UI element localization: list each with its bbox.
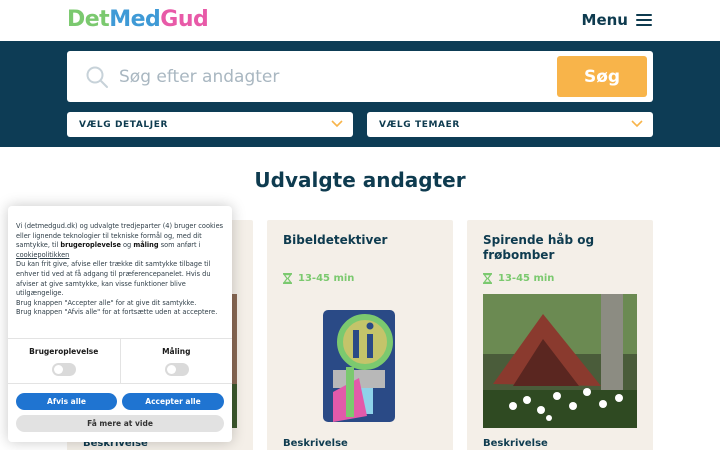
details-select[interactable]: VÆLG DETALJER	[67, 112, 353, 137]
cookie-text-bold-measurement: måling	[133, 241, 159, 250]
logo-part-med: Med	[109, 7, 161, 32]
themes-select-label: VÆLG TEMAER	[379, 119, 460, 130]
section-title: Udvalgte andagter	[254, 168, 466, 192]
accept-all-button[interactable]: Accepter alle	[122, 393, 224, 410]
menu-label: Menu	[581, 11, 628, 29]
card-image	[483, 294, 637, 428]
search-icon	[86, 66, 108, 88]
measurement-toggle-label: Måling	[162, 347, 191, 356]
hourglass-icon	[483, 273, 492, 284]
cookie-policy-link[interactable]: cookiepolitikken	[16, 251, 69, 259]
devotion-card[interactable]: Bibeldetektiver 13-45 min Beskrivelse	[267, 220, 453, 450]
cookie-preferences: Brugeroplevelse Måling	[8, 338, 232, 384]
reject-all-button[interactable]: Afvis alle	[16, 393, 117, 410]
card-duration: 13-45 min	[283, 273, 354, 284]
menu-button[interactable]: Menu	[582, 11, 652, 29]
learn-more-button[interactable]: Få mere at vide	[16, 415, 224, 432]
chevron-down-icon	[331, 120, 343, 128]
logo-part-gud: Gud	[160, 7, 209, 32]
card-duration: 13-45 min	[483, 273, 554, 284]
cookie-text-bold-user-experience: brugeroplevelse	[60, 241, 121, 250]
card-title: Bibeldetektiver	[283, 233, 388, 247]
themes-select[interactable]: VÆLG TEMAER	[367, 112, 653, 137]
cookie-text-and: og	[120, 241, 134, 250]
measurement-toggle[interactable]	[164, 363, 189, 376]
logo-part-det: Det	[67, 7, 110, 32]
card-title: Spirende håb og frøbomber	[483, 233, 595, 262]
cookie-text-reject-hint: Brug knappen "Afvis alle" for at fortsæt…	[16, 308, 218, 317]
search-box: Søg	[67, 51, 653, 102]
card-duration-text: 13-45 min	[298, 273, 355, 284]
card-image	[283, 294, 437, 428]
details-select-label: VÆLG DETALJER	[79, 119, 168, 130]
cookie-consent-text: Vi (detmedgud.dk) og udvalgte tredjepart…	[16, 222, 226, 318]
search-button[interactable]: Søg	[557, 56, 647, 97]
search-band: Søg VÆLG DETALJER VÆLG TEMAER	[0, 41, 720, 147]
devotion-card[interactable]: Spirende håb og frøbomber 13-45 min Besk…	[467, 220, 653, 450]
cookie-text-withdraw: Du kan frit give, afvise eller trække di…	[16, 260, 211, 298]
cookie-text-as-stated: som anført i	[158, 241, 201, 250]
user-experience-toggle[interactable]	[52, 363, 76, 376]
hamburger-icon	[636, 14, 652, 26]
user-experience-toggle-group: Brugeroplevelse	[8, 339, 120, 383]
site-header: DetMedGud Menu	[0, 0, 720, 41]
card-duration-text: 13-45 min	[498, 273, 555, 284]
card-description: Beskrivelse	[483, 438, 548, 449]
site-logo[interactable]: DetMedGud	[67, 7, 209, 32]
chevron-down-icon	[631, 120, 643, 128]
card-description: Beskrivelse	[283, 438, 348, 449]
hourglass-icon	[283, 273, 292, 284]
search-input[interactable]	[119, 51, 549, 102]
cookie-consent-dialog: Vi (detmedgud.dk) og udvalgte tredjepart…	[8, 206, 232, 442]
user-experience-toggle-label: Brugeroplevelse	[29, 347, 99, 356]
measurement-toggle-group: Måling	[119, 339, 233, 383]
cookie-text-accept-hint: Brug knappen "Accepter alle" for at give…	[16, 298, 197, 307]
